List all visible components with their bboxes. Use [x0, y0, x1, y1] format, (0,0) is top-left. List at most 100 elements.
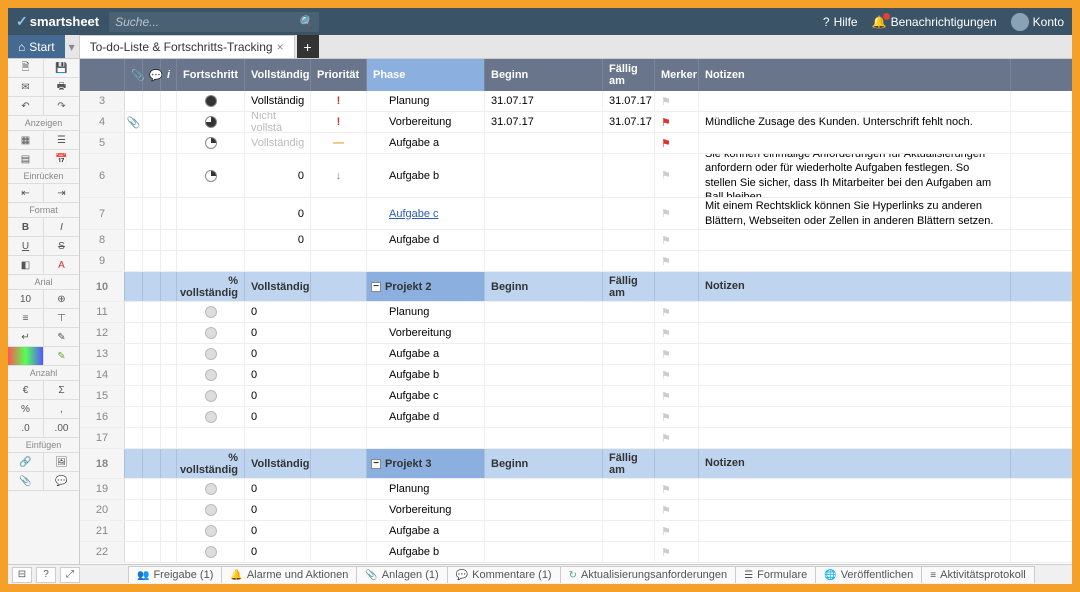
notes-cell[interactable] [699, 230, 1011, 250]
attach-cell[interactable] [125, 91, 143, 111]
progress-cell[interactable] [177, 542, 245, 562]
priority-cell[interactable] [311, 542, 367, 562]
notes-cell[interactable] [699, 542, 1011, 562]
account-link[interactable]: Konto [1011, 13, 1064, 31]
notifications-link[interactable]: 🔔Benachrichtigungen [872, 15, 997, 29]
ft-anlagen[interactable]: 📎Anlagen (1) [356, 566, 447, 583]
attach-cell[interactable] [125, 479, 143, 499]
complete-cell[interactable]: Vollständig [245, 133, 311, 153]
row-number[interactable]: 18 [80, 449, 125, 478]
table-row[interactable]: 4 📎 Nicht vollstä ! Vorbereitung 31.07.1… [80, 112, 1072, 133]
begin-cell[interactable] [485, 407, 603, 427]
due-cell[interactable] [603, 251, 655, 271]
sum-icon[interactable]: Σ [44, 381, 79, 399]
tab-active-sheet[interactable]: To-do-Liste & Fortschritts-Tracking × [79, 35, 295, 58]
marker-cell[interactable]: ⚑ [655, 479, 699, 499]
priority-cell[interactable] [311, 428, 367, 448]
attach-cell[interactable] [125, 428, 143, 448]
tab-start[interactable]: ⌂ Start [8, 35, 65, 58]
info-cell[interactable] [161, 230, 177, 250]
grid-body[interactable]: 3 Vollständig ! Planung 31.07.17 31.07.1… [80, 91, 1072, 564]
begin-cell[interactable] [485, 154, 603, 197]
view-cal-icon[interactable]: 📅 [44, 150, 79, 168]
complete-cell[interactable]: 0 [245, 479, 311, 499]
due-cell[interactable] [603, 133, 655, 153]
row-number[interactable]: 9 [80, 251, 125, 271]
view-gantt-icon[interactable]: ☰ [44, 131, 79, 149]
row-number[interactable]: 11 [80, 302, 125, 322]
begin-cell[interactable] [485, 198, 603, 229]
progress-cell[interactable] [177, 500, 245, 520]
phase-cell[interactable]: Planung [367, 91, 485, 111]
row-number[interactable]: 7 [80, 198, 125, 229]
info-cell[interactable] [161, 198, 177, 229]
begin-cell[interactable] [485, 365, 603, 385]
col-begin[interactable]: Beginn [485, 59, 603, 91]
table-row[interactable]: 6 0 ↓ Aufgabe b ⚑ Sie können einmalige A… [80, 154, 1072, 198]
align-top-icon[interactable]: ⊤ [44, 309, 79, 327]
chat-cell[interactable] [143, 521, 161, 541]
due-cell[interactable] [603, 542, 655, 562]
footer-help-icon[interactable]: ? [36, 567, 56, 583]
progress-cell[interactable] [177, 386, 245, 406]
marker-cell[interactable]: ⚑ [655, 133, 699, 153]
phase-cell[interactable]: Planung [367, 479, 485, 499]
due-cell[interactable] [603, 407, 655, 427]
complete-cell[interactable]: 0 [245, 344, 311, 364]
phase-cell[interactable]: Vorbereitung [367, 500, 485, 520]
info-cell[interactable] [161, 386, 177, 406]
row-number[interactable]: 17 [80, 428, 125, 448]
info-cell[interactable] [161, 542, 177, 562]
info-cell[interactable] [161, 323, 177, 343]
priority-cell[interactable]: ! [311, 112, 367, 132]
progress-cell[interactable] [177, 198, 245, 229]
indent-icon[interactable]: ⇥ [44, 184, 79, 202]
begin-cell[interactable]: 31.07.17 [485, 112, 603, 132]
complete-cell[interactable]: 0 [245, 407, 311, 427]
italic-icon[interactable]: I [44, 218, 79, 236]
begin-cell[interactable] [485, 479, 603, 499]
attach-cell[interactable] [125, 521, 143, 541]
complete-cell[interactable]: 0 [245, 154, 311, 197]
priority-cell[interactable] [311, 479, 367, 499]
row-number[interactable]: 20 [80, 500, 125, 520]
table-row[interactable]: 17 ⚑ [80, 428, 1072, 449]
priority-cell[interactable]: — [311, 133, 367, 153]
row-number[interactable]: 14 [80, 365, 125, 385]
phase-cell[interactable]: Aufgabe b [367, 365, 485, 385]
chat-cell[interactable] [143, 323, 161, 343]
row-number[interactable]: 3 [80, 91, 125, 111]
phase-cell[interactable]: Aufgabe a [367, 344, 485, 364]
info-cell[interactable] [161, 344, 177, 364]
priority-cell[interactable] [311, 302, 367, 322]
col-notes[interactable]: Notizen [699, 59, 1011, 91]
section-header-row[interactable]: 10 % vollständig Vollständig −Projekt 2 … [80, 272, 1072, 302]
complete-cell[interactable] [245, 251, 311, 271]
info-cell[interactable] [161, 302, 177, 322]
notes-cell[interactable]: Mit einem Rechtsklick können Sie Hyperli… [699, 198, 1011, 229]
project-header[interactable]: −Projekt 3 [367, 449, 485, 478]
progress-cell[interactable] [177, 112, 245, 132]
phase-cell[interactable]: Planung [367, 302, 485, 322]
font-color-icon[interactable]: A [44, 256, 79, 274]
phase-link[interactable]: Aufgabe c [389, 208, 439, 220]
notes-cell[interactable] [699, 500, 1011, 520]
progress-cell[interactable] [177, 302, 245, 322]
chat-cell[interactable] [143, 154, 161, 197]
priority-cell[interactable] [311, 500, 367, 520]
chat-cell[interactable] [143, 542, 161, 562]
info-cell[interactable] [161, 91, 177, 111]
attach-cell[interactable] [125, 500, 143, 520]
phase-cell[interactable]: Aufgabe c [367, 198, 485, 229]
due-cell[interactable] [603, 500, 655, 520]
notes-cell[interactable] [699, 365, 1011, 385]
phase-cell[interactable]: Vorbereitung [367, 323, 485, 343]
attach-tool-icon[interactable]: 📎 [8, 472, 44, 490]
phase-cell[interactable]: Aufgabe d [367, 407, 485, 427]
progress-cell[interactable] [177, 323, 245, 343]
info-cell[interactable] [161, 521, 177, 541]
collapse-icon[interactable]: − [371, 459, 381, 469]
ft-aktual[interactable]: ↻Aktualisierungsanforderungen [560, 566, 737, 583]
project-header[interactable]: −Projekt 2 [367, 272, 485, 301]
underline-icon[interactable]: U [8, 237, 44, 255]
